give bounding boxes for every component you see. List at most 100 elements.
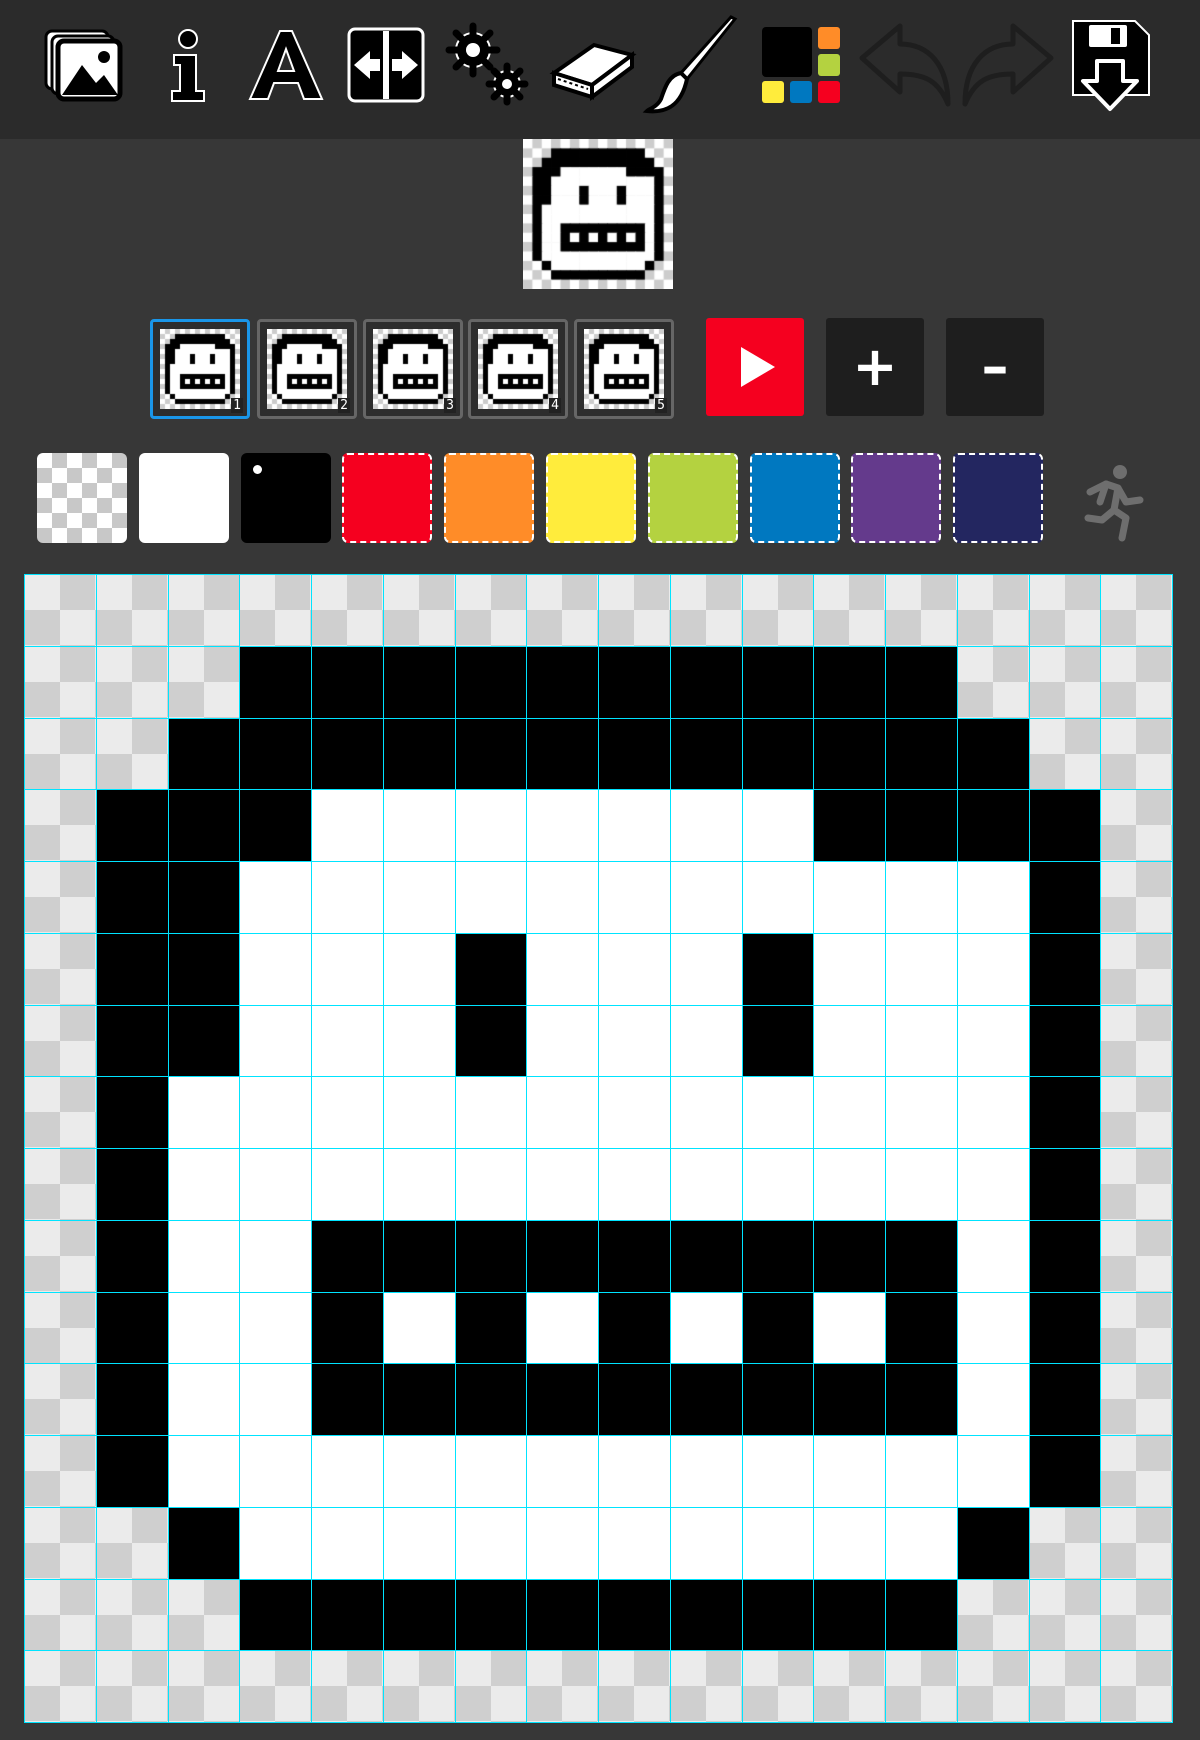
pixel-cell[interactable]: [312, 1149, 383, 1220]
pixel-cell[interactable]: [1101, 1292, 1172, 1364]
pixel-cell[interactable]: [527, 862, 598, 933]
pixel-cell[interactable]: [957, 1005, 1029, 1077]
pixel-cell[interactable]: [96, 575, 168, 646]
pixel-cell[interactable]: [383, 1005, 455, 1077]
pixel-cell[interactable]: [670, 933, 742, 1005]
pixel-cell[interactable]: [25, 1579, 96, 1651]
pixel-cell[interactable]: [670, 1364, 742, 1435]
save-icon[interactable]: [1060, 15, 1160, 115]
color-swatch[interactable]: [546, 453, 636, 543]
text-icon[interactable]: [236, 15, 336, 115]
pixel-cell[interactable]: [383, 575, 455, 646]
pixel-cell[interactable]: [599, 1436, 670, 1507]
color-swatch[interactable]: [444, 453, 535, 543]
pixel-cell[interactable]: [1101, 1507, 1172, 1579]
pixel-cell[interactable]: [886, 646, 957, 718]
pixel-cell[interactable]: [814, 646, 885, 718]
pixel-cell[interactable]: [1029, 790, 1101, 861]
pixel-cell[interactable]: [599, 1220, 670, 1292]
pixel-cell[interactable]: [168, 1364, 240, 1435]
pixel-cell[interactable]: [455, 1436, 527, 1507]
pixel-cell[interactable]: [240, 1364, 311, 1435]
pixel-cell[interactable]: [957, 575, 1029, 646]
pixel-cell[interactable]: [25, 646, 96, 718]
pixel-cell[interactable]: [25, 1077, 96, 1148]
pixel-cell[interactable]: [599, 646, 670, 718]
pixel-cell[interactable]: [240, 646, 311, 718]
pixel-cell[interactable]: [240, 575, 311, 646]
pixel-cell[interactable]: [742, 1436, 814, 1507]
pixel-cell[interactable]: [240, 718, 311, 790]
pixel-cell[interactable]: [814, 1005, 885, 1077]
pixel-cell[interactable]: [312, 1436, 383, 1507]
pixel-cell[interactable]: [527, 646, 598, 718]
pixel-cell[interactable]: [240, 1507, 311, 1579]
pixel-cell[interactable]: [168, 933, 240, 1005]
pixel-cell[interactable]: [383, 790, 455, 861]
pixel-cell[interactable]: [670, 1220, 742, 1292]
pixel-cell[interactable]: [240, 1579, 311, 1651]
pixel-cell[interactable]: [670, 575, 742, 646]
pixel-cell[interactable]: [168, 862, 240, 933]
pixel-cell[interactable]: [670, 1651, 742, 1722]
pixel-cell[interactable]: [240, 862, 311, 933]
pixel-cell[interactable]: [527, 575, 598, 646]
pixel-cell[interactable]: [814, 575, 885, 646]
pixel-cell[interactable]: [383, 1436, 455, 1507]
pixel-cell[interactable]: [814, 718, 885, 790]
pixel-cell[interactable]: [312, 1077, 383, 1148]
pixel-cell[interactable]: [240, 933, 311, 1005]
pixel-cell[interactable]: [96, 1651, 168, 1722]
pixel-cell[interactable]: [96, 1507, 168, 1579]
pixel-cell[interactable]: [670, 1292, 742, 1364]
pixel-cell[interactable]: [312, 1292, 383, 1364]
pixel-cell[interactable]: [886, 1077, 957, 1148]
pixel-cell[interactable]: [168, 1651, 240, 1722]
frame-thumbnail[interactable]: 3: [363, 319, 463, 419]
pixel-cell[interactable]: [25, 1436, 96, 1507]
pixel-cell[interactable]: [1029, 1005, 1101, 1077]
remove-frame-button[interactable]: –: [946, 318, 1044, 416]
pixel-cell[interactable]: [168, 1220, 240, 1292]
pixel-cell[interactable]: [1101, 575, 1172, 646]
pixel-cell[interactable]: [383, 1149, 455, 1220]
pixel-cell[interactable]: [957, 1220, 1029, 1292]
pixel-cell[interactable]: [1029, 1579, 1101, 1651]
add-frame-button[interactable]: +: [826, 318, 924, 416]
pixel-cell[interactable]: [886, 790, 957, 861]
pixel-cell[interactable]: [455, 575, 527, 646]
pixel-cell[interactable]: [670, 646, 742, 718]
frame-thumbnail[interactable]: 2: [257, 319, 357, 419]
pixel-cell[interactable]: [25, 1005, 96, 1077]
pixel-cell[interactable]: [599, 1292, 670, 1364]
pixel-cell[interactable]: [670, 862, 742, 933]
flip-icon[interactable]: [336, 15, 436, 115]
pixel-cell[interactable]: [25, 1507, 96, 1579]
pixel-cell[interactable]: [599, 1077, 670, 1148]
pixel-cell[interactable]: [599, 1005, 670, 1077]
pixel-cell[interactable]: [1101, 1220, 1172, 1292]
play-button[interactable]: [706, 318, 804, 416]
pixel-cell[interactable]: [742, 1292, 814, 1364]
pixel-cell[interactable]: [1101, 1364, 1172, 1435]
pixel-cell[interactable]: [168, 1077, 240, 1148]
pixel-cell[interactable]: [25, 1292, 96, 1364]
pixel-cell[interactable]: [168, 1579, 240, 1651]
pixel-cell[interactable]: [240, 1651, 311, 1722]
pixel-cell[interactable]: [96, 1149, 168, 1220]
pixel-cell[interactable]: [240, 1292, 311, 1364]
pixel-cell[interactable]: [957, 933, 1029, 1005]
pixel-cell[interactable]: [25, 790, 96, 861]
pixel-cell[interactable]: [670, 1005, 742, 1077]
pixel-cell[interactable]: [240, 1077, 311, 1148]
pixel-cell[interactable]: [599, 1507, 670, 1579]
pixel-cell[interactable]: [886, 933, 957, 1005]
pixel-cell[interactable]: [383, 1651, 455, 1722]
pixel-cell[interactable]: [599, 1651, 670, 1722]
pixel-cell[interactable]: [742, 646, 814, 718]
pixel-cell[interactable]: [599, 933, 670, 1005]
pixel-cell[interactable]: [25, 1220, 96, 1292]
pixel-cell[interactable]: [886, 1149, 957, 1220]
pixel-cell[interactable]: [886, 1651, 957, 1722]
pixel-cell[interactable]: [957, 718, 1029, 790]
